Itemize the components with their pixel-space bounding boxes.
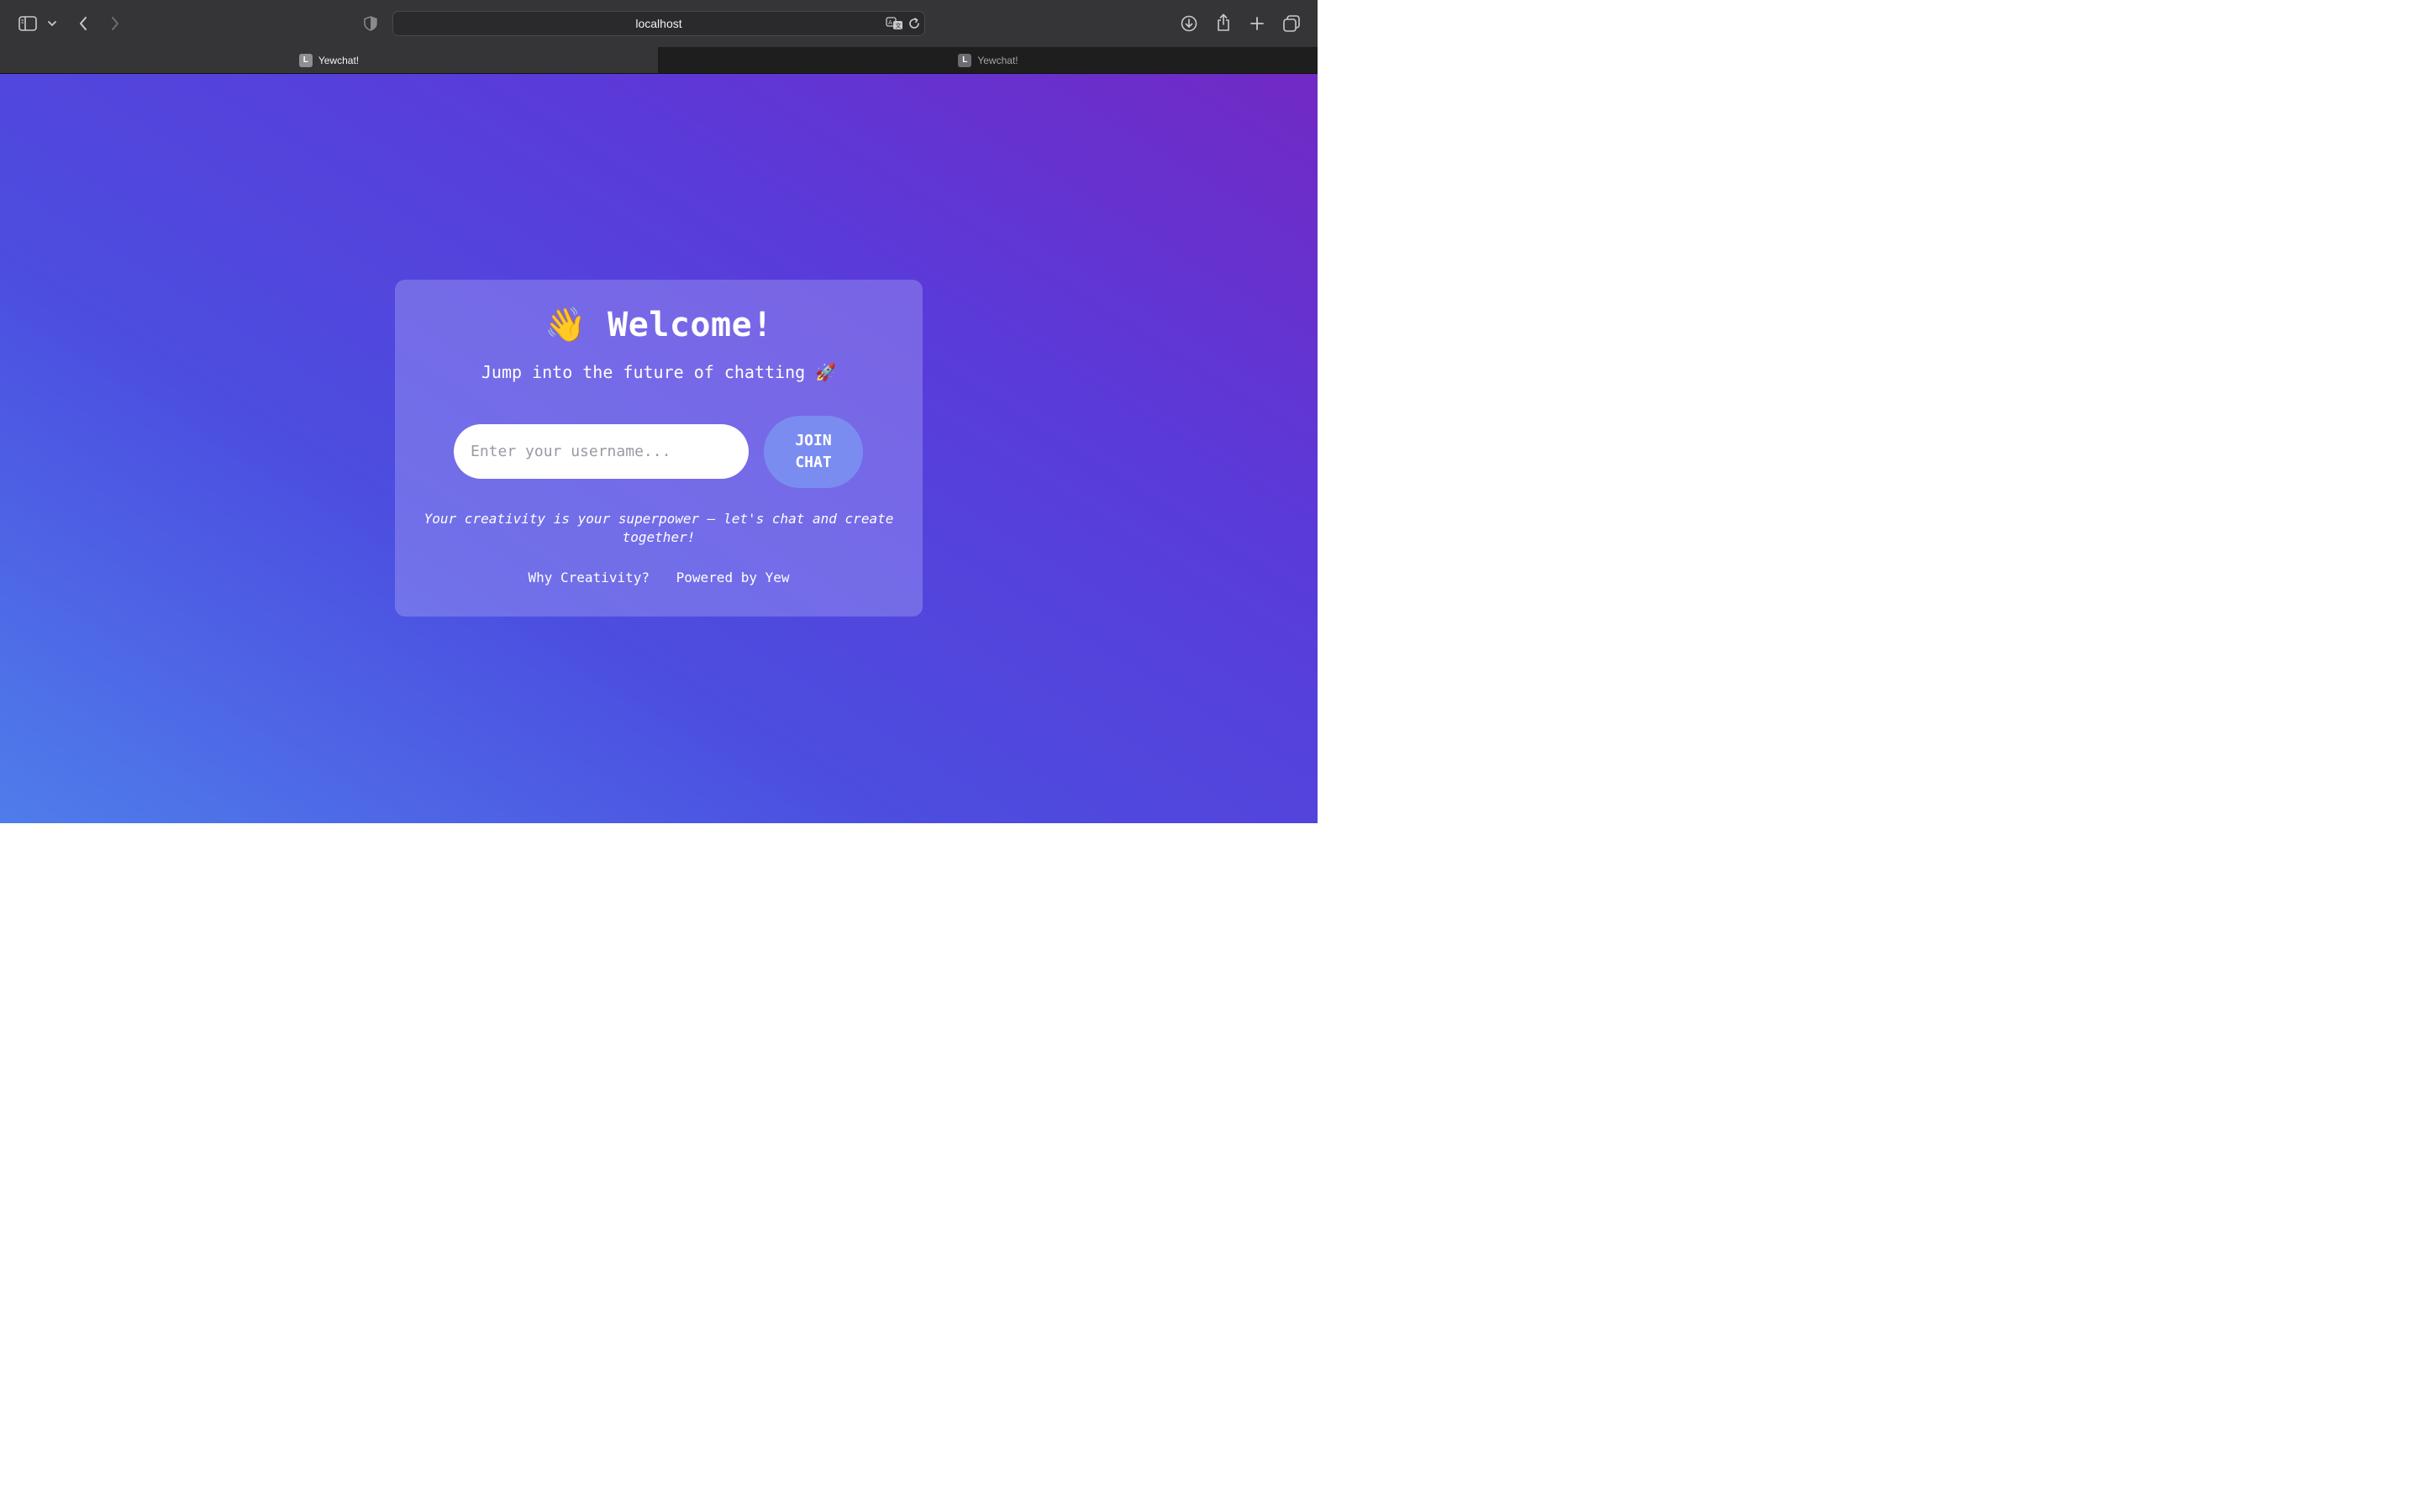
footer-links: Why Creativity? Powered by Yew [395, 570, 923, 585]
tab-bar: L Yewchat! L Yewchat! [0, 47, 1318, 74]
reload-icon[interactable] [908, 17, 921, 30]
powered-by-yew-link[interactable]: Powered by Yew [676, 570, 790, 585]
forward-icon[interactable] [108, 15, 123, 32]
username-input[interactable] [454, 424, 749, 479]
share-icon[interactable] [1215, 13, 1232, 33]
tab-inactive[interactable]: L Yewchat! [659, 47, 1318, 73]
translate-icon[interactable]: A文 [886, 16, 904, 31]
favicon-icon: L [958, 53, 972, 67]
plus-icon[interactable] [1249, 15, 1265, 32]
tab-active[interactable]: L Yewchat! [0, 47, 659, 73]
svg-text:A: A [888, 19, 892, 26]
favicon-icon: L [298, 53, 313, 67]
chevron-down-icon[interactable] [47, 18, 57, 29]
browser-window: localhost A文 L Yewchat! L Yewchat! 👋 Wel… [0, 0, 1318, 823]
sidebar-icon[interactable] [18, 15, 37, 32]
page-background: 👋 Welcome! Jump into the future of chatt… [0, 74, 1318, 823]
page-title: 👋 Welcome! [544, 306, 773, 344]
address-text[interactable]: localhost [393, 12, 924, 35]
login-card: 👋 Welcome! Jump into the future of chatt… [395, 280, 923, 617]
browser-toolbar: localhost A文 [0, 0, 1318, 47]
join-chat-button[interactable]: JOIN CHAT [764, 416, 863, 488]
address-bar[interactable]: localhost A文 [392, 11, 925, 36]
tab-title: Yewchat! [318, 54, 360, 66]
svg-text:文: 文 [896, 22, 902, 29]
back-icon[interactable] [76, 15, 91, 32]
download-icon[interactable] [1180, 14, 1198, 33]
why-creativity-link[interactable]: Why Creativity? [529, 570, 650, 585]
tagline: Your creativity is your superpower — let… [424, 511, 894, 545]
shield-icon[interactable] [363, 15, 378, 32]
tab-title: Yewchat! [977, 54, 1018, 66]
tab-overview-icon[interactable] [1282, 14, 1301, 33]
page-subtitle: Jump into the future of chatting 🚀 [481, 362, 837, 382]
